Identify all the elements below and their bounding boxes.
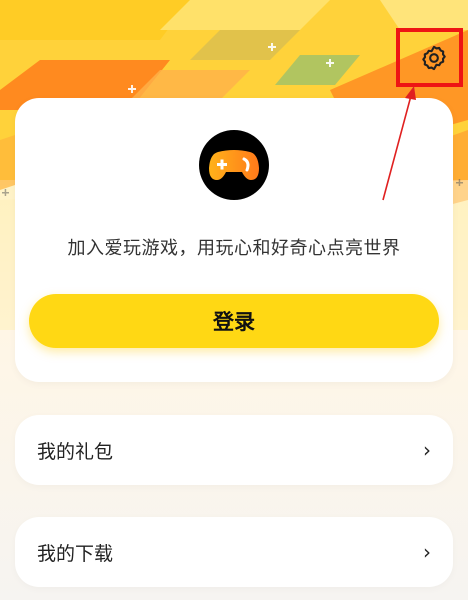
gamepad-icon	[209, 150, 259, 180]
menu-item-downloads[interactable]: 我的下载 ›	[15, 517, 453, 587]
chevron-right-icon: ›	[423, 540, 431, 564]
profile-card: 加入爱玩游戏，用玩心和好奇心点亮世界 登录	[15, 98, 453, 382]
login-button[interactable]: 登录	[29, 294, 439, 348]
menu-item-label: 我的下载	[37, 542, 114, 565]
settings-highlight-box	[396, 28, 463, 87]
app-logo	[199, 130, 269, 200]
chevron-right-icon: ›	[423, 438, 431, 462]
menu-item-label: 我的礼包	[37, 440, 114, 463]
menu-item-gift-packs[interactable]: 我的礼包 ›	[15, 415, 453, 485]
welcome-slogan: 加入爱玩游戏，用玩心和好奇心点亮世界	[67, 238, 401, 259]
